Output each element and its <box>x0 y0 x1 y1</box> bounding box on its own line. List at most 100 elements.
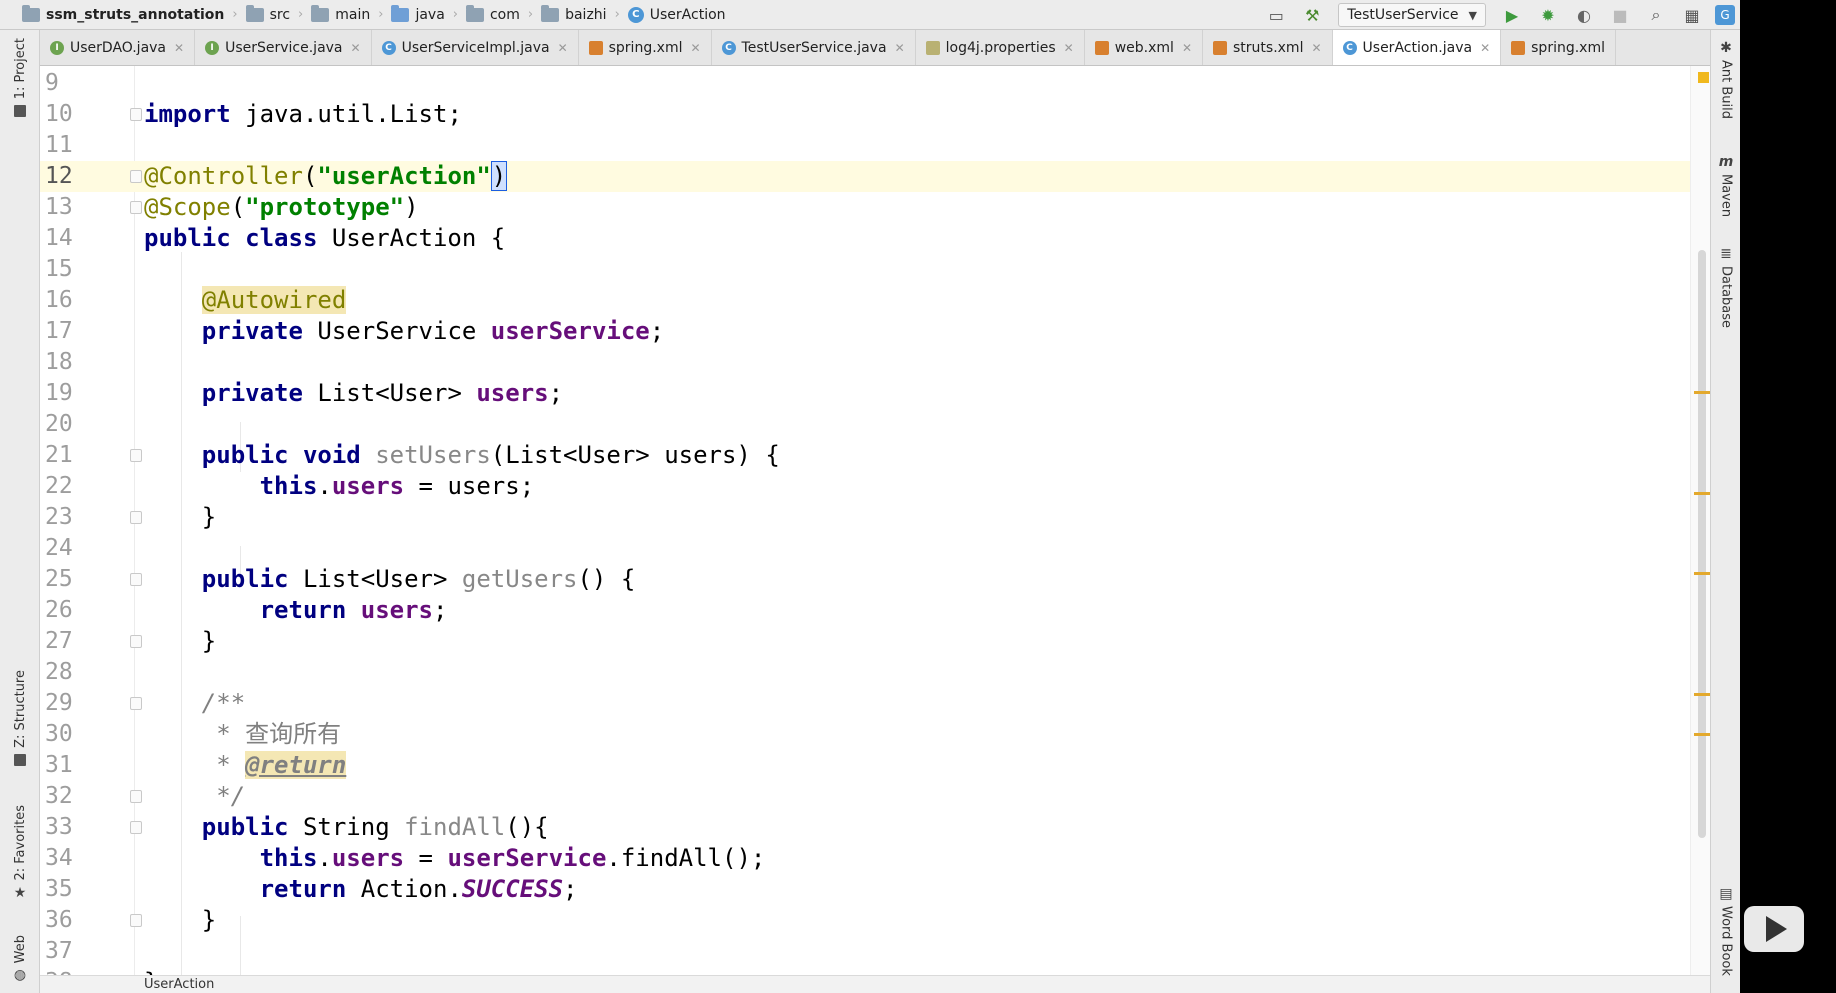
code-line: 31 * @return <box>40 750 1710 781</box>
tab-userserviceimpl[interactable]: C UserServiceImpl.java ✕ <box>372 30 579 65</box>
frame-icon[interactable]: ▭ <box>1263 2 1289 28</box>
breadcrumb-current-class[interactable]: C UserAction <box>627 0 726 30</box>
line-number: 29 <box>45 690 73 716</box>
close-icon[interactable]: ✕ <box>690 41 700 55</box>
warning-stripe-mark[interactable] <box>1694 693 1710 696</box>
package-icon <box>541 4 560 22</box>
fold-marker-icon[interactable] <box>130 635 142 648</box>
code-line: 36 } <box>40 905 1710 936</box>
fold-marker-icon[interactable] <box>130 511 142 524</box>
run-icon[interactable]: ▶ <box>1499 2 1525 28</box>
code-line: 34 this.users = userService.findAll(); <box>40 843 1710 874</box>
code-editor[interactable]: 9 10 import java.util.List; 11 12 @Contr… <box>40 66 1710 975</box>
tool-window-maven[interactable]: m Maven <box>1715 154 1737 217</box>
build-hammer-icon[interactable]: ⚒ <box>1299 2 1325 28</box>
tab-useraction[interactable]: C UserAction.java ✕ <box>1332 30 1502 65</box>
tab-label: web.xml <box>1114 39 1174 56</box>
tab-testuserservice[interactable]: C TestUserService.java ✕ <box>712 30 916 65</box>
close-icon[interactable]: ✕ <box>1182 41 1192 55</box>
warning-stripe-mark[interactable] <box>1694 733 1710 736</box>
coverage-icon[interactable]: ◐ <box>1571 2 1597 28</box>
tab-log4j-properties[interactable]: log4j.properties ✕ <box>916 30 1085 65</box>
tool-window-structure[interactable]: Z: Structure <box>8 670 32 766</box>
warning-stripe-mark[interactable] <box>1694 492 1710 495</box>
tab-label: struts.xml <box>1233 39 1304 56</box>
inspection-status-icon[interactable] <box>1698 72 1709 83</box>
code-line: 21 public void setUsers(List<User> users… <box>40 440 1710 471</box>
project-structure-icon[interactable]: ▦ <box>1679 2 1705 28</box>
breadcrumb-main[interactable]: main <box>311 0 370 30</box>
code-line: 30 * 查询所有 <box>40 719 1710 750</box>
tab-userdao[interactable]: I UserDAO.java ✕ <box>40 30 196 65</box>
tab-userservice[interactable]: I UserService.java ✕ <box>195 30 372 65</box>
play-icon[interactable] <box>1744 906 1804 952</box>
fold-marker-icon[interactable] <box>130 821 142 834</box>
fold-marker-icon[interactable] <box>130 449 142 462</box>
code-line: 10 import java.util.List; <box>40 99 1710 130</box>
tab-spring-xml[interactable]: spring.xml ✕ <box>579 30 712 65</box>
project-folder-icon <box>22 4 40 22</box>
code-text: } <box>144 627 217 655</box>
fold-marker-icon[interactable] <box>130 790 142 803</box>
code-structure-breadcrumb[interactable]: UserAction <box>40 975 1710 993</box>
code-line: 14 public class UserAction { <box>40 223 1710 254</box>
warning-stripe-mark[interactable] <box>1694 572 1710 575</box>
run-configuration-select[interactable]: TestUserService ▼ <box>1338 3 1486 27</box>
tab-struts-xml[interactable]: struts.xml ✕ <box>1203 30 1333 65</box>
fold-marker-icon[interactable] <box>130 201 142 214</box>
breadcrumb-project-label: ssm_struts_annotation <box>46 6 225 23</box>
search-icon[interactable]: ⌕ <box>1643 2 1669 28</box>
line-number: 10 <box>45 101 73 127</box>
breadcrumb-com[interactable]: com <box>465 0 520 30</box>
fold-marker-icon[interactable] <box>130 914 142 927</box>
editor-scrollbar-thumb[interactable] <box>1698 250 1706 838</box>
translate-icon[interactable]: G <box>1715 5 1735 25</box>
line-number: 38 <box>45 967 95 975</box>
stop-icon[interactable]: ■ <box>1607 2 1633 28</box>
debug-bug-icon[interactable]: ✹ <box>1535 2 1561 28</box>
close-icon[interactable]: ✕ <box>174 41 184 55</box>
code-line: 19 private List<User> users; <box>40 378 1710 409</box>
fold-marker-icon[interactable] <box>130 108 142 121</box>
code-line: 28 <box>40 657 1710 688</box>
close-icon[interactable]: ✕ <box>558 41 568 55</box>
close-icon[interactable]: ✕ <box>1480 41 1490 55</box>
close-icon[interactable]: ✕ <box>351 41 361 55</box>
ant-icon: ✱ <box>1720 40 1732 56</box>
tool-window-ant-build[interactable]: ✱ Ant Build <box>1715 40 1737 119</box>
code-line: 23 } <box>40 502 1710 533</box>
interface-icon: I <box>50 40 64 55</box>
tab-spring-xml-2[interactable]: spring.xml <box>1501 30 1616 65</box>
code-text: return users; <box>259 596 448 624</box>
fold-marker-icon[interactable] <box>130 697 142 710</box>
tool-window-web[interactable]: Web ◍ <box>8 935 32 983</box>
close-icon[interactable]: ✕ <box>895 41 905 55</box>
code-line: 27 } <box>40 626 1710 657</box>
close-icon[interactable]: ✕ <box>1311 41 1321 55</box>
breadcrumb-project[interactable]: ssm_struts_annotation <box>22 0 224 30</box>
tab-web-xml[interactable]: web.xml ✕ <box>1085 30 1203 65</box>
breadcrumb-separator: › <box>298 7 304 22</box>
tool-window-label: Database <box>1718 266 1734 329</box>
breadcrumb-baizhi[interactable]: baizhi <box>541 0 607 30</box>
code-text: /** <box>201 689 246 717</box>
code-line-current: 12 @Controller("userAction") <box>40 161 1710 192</box>
tool-window-word-book[interactable]: ▤ Word Book <box>1715 886 1737 976</box>
maven-icon: m <box>1718 154 1734 170</box>
line-number: 11 <box>45 132 73 158</box>
tool-window-label: Word Book <box>1718 906 1734 976</box>
breadcrumb-src[interactable]: src <box>245 0 290 30</box>
code-text: public List<User> getUsers() { <box>201 565 636 593</box>
breadcrumb-java[interactable]: java <box>391 0 445 30</box>
line-number: 37 <box>45 938 73 964</box>
fold-marker-icon[interactable] <box>130 573 142 586</box>
code-line: 33 public String findAll(){ <box>40 812 1710 843</box>
warning-stripe-mark[interactable] <box>1694 391 1710 394</box>
fold-marker-icon[interactable] <box>130 170 142 183</box>
tool-window-favorites[interactable]: 2: Favorites ★ <box>8 805 32 901</box>
tab-label: UserDAO.java <box>70 39 167 56</box>
tool-window-database[interactable]: ≣ Database <box>1715 246 1737 328</box>
code-line: 20 <box>40 409 1710 440</box>
close-icon[interactable]: ✕ <box>1064 41 1074 55</box>
tool-window-project[interactable]: 1: Project <box>8 38 32 118</box>
